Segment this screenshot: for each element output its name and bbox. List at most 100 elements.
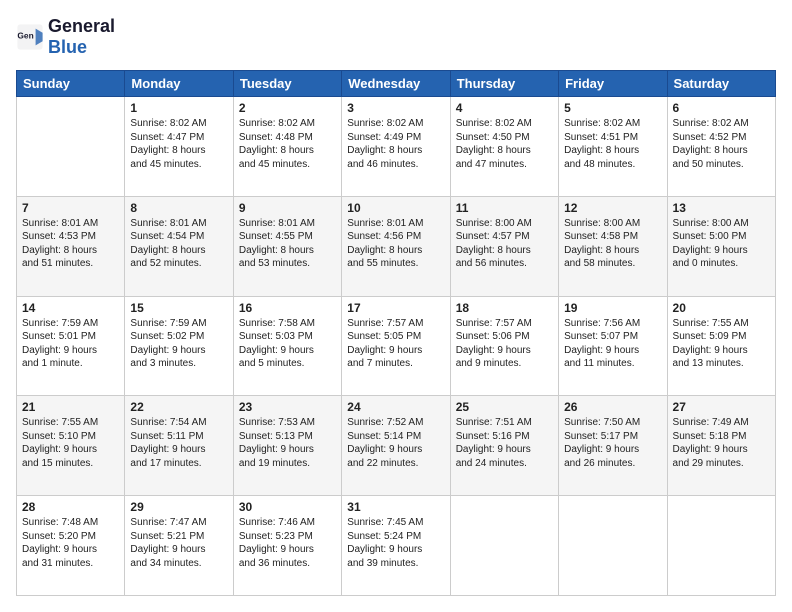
calendar-cell: 1 Sunrise: 8:02 AM Sunset: 4:47 PM Daylig… (125, 97, 233, 197)
calendar-cell: 9 Sunrise: 8:01 AM Sunset: 4:55 PM Daylig… (233, 196, 341, 296)
calendar-cell: 3 Sunrise: 8:02 AM Sunset: 4:49 PM Daylig… (342, 97, 450, 197)
day-number: 19 (564, 301, 661, 315)
day-number: 27 (673, 400, 770, 414)
calendar-cell (559, 496, 667, 596)
day-info: Sunrise: 8:02 AM Sunset: 4:51 PM Dayligh… (564, 117, 661, 171)
calendar-cell: 17 Sunrise: 7:57 AM Sunset: 5:05 PM Dayli… (342, 296, 450, 396)
calendar-cell: 23 Sunrise: 7:53 AM Sunset: 5:13 PM Dayli… (233, 396, 341, 496)
day-number: 6 (673, 101, 770, 115)
day-number: 15 (130, 301, 227, 315)
day-number: 24 (347, 400, 444, 414)
day-number: 29 (130, 500, 227, 514)
day-info: Sunrise: 8:02 AM Sunset: 4:49 PM Dayligh… (347, 117, 444, 171)
day-number: 30 (239, 500, 336, 514)
calendar-cell: 26Sunrise: 7:50 AM Sunset: 5:17 PM Dayli… (559, 396, 667, 496)
calendar-cell: 30 Sunrise: 7:46 AM Sunset: 5:23 PM Dayli… (233, 496, 341, 596)
day-info: Sunrise: 7:50 AM Sunset: 5:17 PM Dayligh… (564, 416, 661, 470)
day-info: Sunrise: 7:53 AM Sunset: 5:13 PM Dayligh… (239, 416, 336, 470)
day-number: 4 (456, 101, 553, 115)
day-number: 5 (564, 101, 661, 115)
svg-text:Gen: Gen (17, 30, 33, 40)
day-info: Sunrise: 7:51 AM Sunset: 5:16 PM Dayligh… (456, 416, 553, 470)
calendar-cell: 28 Sunrise: 7:48 AM Sunset: 5:20 PM Dayli… (17, 496, 125, 596)
day-number: 20 (673, 301, 770, 315)
day-info: Sunrise: 7:57 AM Sunset: 5:06 PM Dayligh… (456, 317, 553, 371)
day-info: Sunrise: 8:00 AM Sunset: 4:57 PM Dayligh… (456, 217, 553, 271)
calendar-week-row: 21 Sunrise: 7:55 AM Sunset: 5:10 PM Dayli… (17, 396, 776, 496)
calendar-cell (17, 97, 125, 197)
day-info: Sunrise: 8:00 AM Sunset: 5:00 PM Dayligh… (673, 217, 770, 271)
calendar-cell: 24 Sunrise: 7:52 AM Sunset: 5:14 PM Dayli… (342, 396, 450, 496)
day-number: 12 (564, 201, 661, 215)
logo: Gen General Blue (16, 16, 115, 58)
day-info: Sunrise: 7:56 AM Sunset: 5:07 PM Dayligh… (564, 317, 661, 371)
calendar-cell: 20 Sunrise: 7:55 AM Sunset: 5:09 PM Dayli… (667, 296, 775, 396)
day-info: Sunrise: 7:45 AM Sunset: 5:24 PM Dayligh… (347, 516, 444, 570)
day-info: Sunrise: 8:00 AM Sunset: 4:58 PM Dayligh… (564, 217, 661, 271)
logo-text: General (48, 16, 115, 36)
weekday-header-wednesday: Wednesday (342, 71, 450, 97)
day-info: Sunrise: 7:59 AM Sunset: 5:01 PM Dayligh… (22, 317, 119, 371)
calendar-cell: 11 Sunrise: 8:00 AM Sunset: 4:57 PM Dayli… (450, 196, 558, 296)
calendar-cell: 14 Sunrise: 7:59 AM Sunset: 5:01 PM Dayli… (17, 296, 125, 396)
day-info: Sunrise: 8:02 AM Sunset: 4:47 PM Dayligh… (130, 117, 227, 171)
calendar-cell: 13 Sunrise: 8:00 AM Sunset: 5:00 PM Dayli… (667, 196, 775, 296)
calendar-cell: 5 Sunrise: 8:02 AM Sunset: 4:51 PM Daylig… (559, 97, 667, 197)
day-number: 7 (22, 201, 119, 215)
day-number: 25 (456, 400, 553, 414)
calendar-cell: 18Sunrise: 7:57 AM Sunset: 5:06 PM Dayli… (450, 296, 558, 396)
calendar-cell: 19 Sunrise: 7:56 AM Sunset: 5:07 PM Dayli… (559, 296, 667, 396)
day-number: 1 (130, 101, 227, 115)
day-number: 9 (239, 201, 336, 215)
calendar-cell: 27 Sunrise: 7:49 AM Sunset: 5:18 PM Dayli… (667, 396, 775, 496)
day-number: 14 (22, 301, 119, 315)
day-info: Sunrise: 7:49 AM Sunset: 5:18 PM Dayligh… (673, 416, 770, 470)
calendar-cell: 22 Sunrise: 7:54 AM Sunset: 5:11 PM Dayli… (125, 396, 233, 496)
calendar-cell: 4Sunrise: 8:02 AM Sunset: 4:50 PM Daylig… (450, 97, 558, 197)
day-info: Sunrise: 7:55 AM Sunset: 5:10 PM Dayligh… (22, 416, 119, 470)
calendar-cell: 25 Sunrise: 7:51 AM Sunset: 5:16 PM Dayli… (450, 396, 558, 496)
day-info: Sunrise: 8:02 AM Sunset: 4:52 PM Dayligh… (673, 117, 770, 171)
day-info: Sunrise: 7:59 AM Sunset: 5:02 PM Dayligh… (130, 317, 227, 371)
weekday-header-row: SundayMondayTuesdayWednesdayThursdayFrid… (17, 71, 776, 97)
day-number: 11 (456, 201, 553, 215)
day-info: Sunrise: 7:55 AM Sunset: 5:09 PM Dayligh… (673, 317, 770, 371)
logo-blue-text: Blue (48, 37, 87, 57)
day-number: 3 (347, 101, 444, 115)
calendar-cell: 6 Sunrise: 8:02 AM Sunset: 4:52 PM Daylig… (667, 97, 775, 197)
day-info: Sunrise: 7:52 AM Sunset: 5:14 PM Dayligh… (347, 416, 444, 470)
weekday-header-friday: Friday (559, 71, 667, 97)
calendar-cell: 29Sunrise: 7:47 AM Sunset: 5:21 PM Dayli… (125, 496, 233, 596)
day-info: Sunrise: 7:46 AM Sunset: 5:23 PM Dayligh… (239, 516, 336, 570)
day-info: Sunrise: 8:01 AM Sunset: 4:55 PM Dayligh… (239, 217, 336, 271)
calendar-cell: 7Sunrise: 8:01 AM Sunset: 4:53 PM Daylig… (17, 196, 125, 296)
day-info: Sunrise: 8:02 AM Sunset: 4:48 PM Dayligh… (239, 117, 336, 171)
day-number: 13 (673, 201, 770, 215)
header: Gen General Blue (16, 16, 776, 58)
day-number: 28 (22, 500, 119, 514)
calendar-cell (667, 496, 775, 596)
calendar-week-row: 1 Sunrise: 8:02 AM Sunset: 4:47 PM Daylig… (17, 97, 776, 197)
day-info: Sunrise: 7:54 AM Sunset: 5:11 PM Dayligh… (130, 416, 227, 470)
calendar-cell: 8Sunrise: 8:01 AM Sunset: 4:54 PM Daylig… (125, 196, 233, 296)
weekday-header-sunday: Sunday (17, 71, 125, 97)
calendar-cell: 15 Sunrise: 7:59 AM Sunset: 5:02 PM Dayli… (125, 296, 233, 396)
calendar-cell (450, 496, 558, 596)
day-number: 17 (347, 301, 444, 315)
day-number: 10 (347, 201, 444, 215)
weekday-header-tuesday: Tuesday (233, 71, 341, 97)
day-info: Sunrise: 8:01 AM Sunset: 4:56 PM Dayligh… (347, 217, 444, 271)
calendar-cell: 31 Sunrise: 7:45 AM Sunset: 5:24 PM Dayli… (342, 496, 450, 596)
day-info: Sunrise: 7:58 AM Sunset: 5:03 PM Dayligh… (239, 317, 336, 371)
day-number: 31 (347, 500, 444, 514)
day-number: 21 (22, 400, 119, 414)
calendar-week-row: 14 Sunrise: 7:59 AM Sunset: 5:01 PM Dayli… (17, 296, 776, 396)
calendar-week-row: 7Sunrise: 8:01 AM Sunset: 4:53 PM Daylig… (17, 196, 776, 296)
day-number: 8 (130, 201, 227, 215)
day-info: Sunrise: 7:57 AM Sunset: 5:05 PM Dayligh… (347, 317, 444, 371)
day-info: Sunrise: 7:48 AM Sunset: 5:20 PM Dayligh… (22, 516, 119, 570)
calendar-cell: 2Sunrise: 8:02 AM Sunset: 4:48 PM Daylig… (233, 97, 341, 197)
day-number: 23 (239, 400, 336, 414)
calendar-cell: 16Sunrise: 7:58 AM Sunset: 5:03 PM Dayli… (233, 296, 341, 396)
day-number: 22 (130, 400, 227, 414)
